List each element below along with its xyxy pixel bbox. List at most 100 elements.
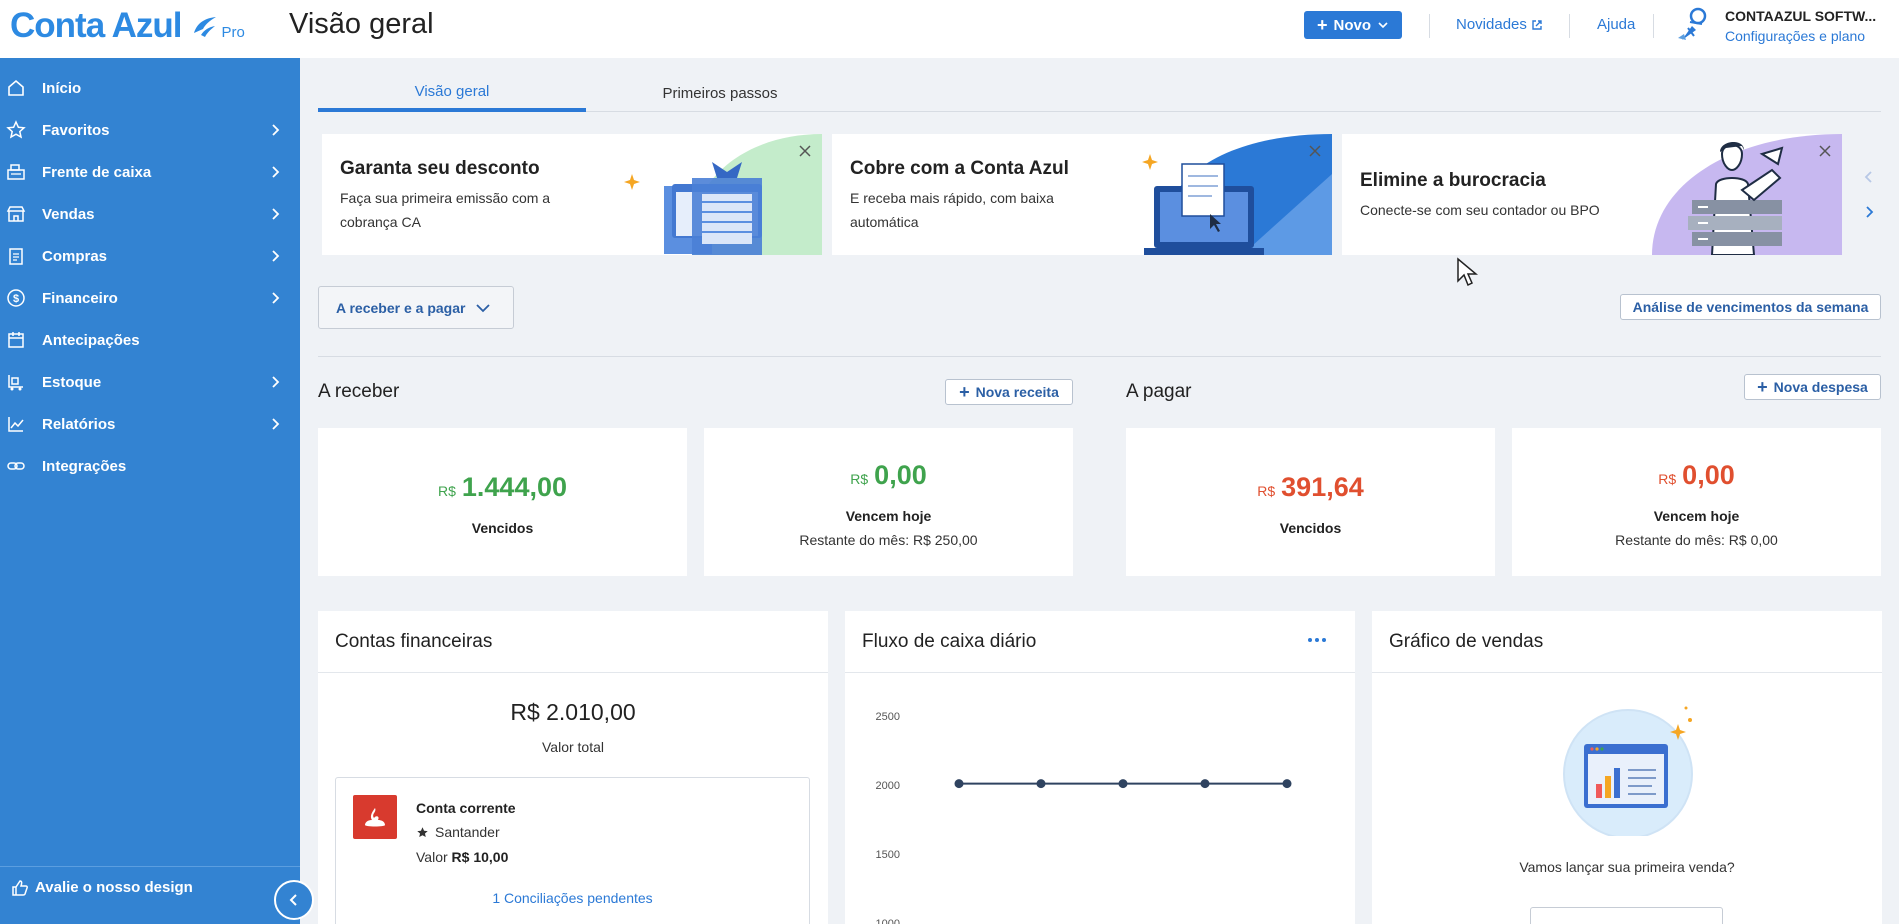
week-analysis-button[interactable]: Análise de vencimentos da semana (1620, 294, 1881, 320)
bank-name: Santander (435, 824, 500, 840)
pagar-hoje-card[interactable]: R$ 0,00 Vencem hoje Restante do mês: R$ 0… (1512, 428, 1881, 576)
stat-label: Vencidos (1279, 520, 1342, 536)
plus-icon: + (1757, 376, 1768, 397)
sidebar-item-label: Frente de caixa (42, 163, 152, 181)
sidebar-item-compras[interactable]: Compras (0, 235, 300, 277)
banner-text: Conecte-se com seu contador ou BPO (1360, 202, 1600, 218)
header-separator (1653, 14, 1654, 38)
cash-flow-chart: 2500 2000 1500 1000 (876, 711, 1292, 924)
chevron-left-icon (289, 894, 297, 906)
stat-amount: R$ 391,64 (1257, 472, 1364, 502)
sidebar-item-vendas[interactable]: Vendas (0, 193, 300, 235)
more-options-icon[interactable] (1307, 635, 1327, 645)
sidebar-item-frente-de-caixa[interactable]: Frente de caixa (0, 151, 300, 193)
store-icon (6, 206, 26, 222)
sidebar-item-label: Favoritos (42, 121, 110, 139)
config-link[interactable]: Configurações e plano (1725, 28, 1865, 44)
account-card[interactable]: Conta corrente Santander Valor R$ 10,00 … (335, 777, 810, 924)
carousel-next-icon[interactable] (1862, 205, 1876, 219)
banner-text: E receba mais rápido, com baixa automáti… (850, 190, 1054, 230)
account-name: Conta corrente (416, 800, 516, 816)
stat-sub: Restante do mês: R$ 0,00 (1615, 532, 1778, 548)
grafico-vendas-panel: Gráfico de vendas Vamos lançar sua prime… (1372, 611, 1882, 924)
period-filter-dropdown[interactable]: A receber e a pagar (318, 286, 514, 329)
banner-burocracia[interactable]: Elimine a burocracia Conecte-se com seu … (1342, 134, 1842, 255)
dropdown-label: A receber e a pagar (336, 299, 466, 316)
novidades-link[interactable]: Novidades (1456, 16, 1543, 33)
receber-title: A receber (318, 381, 400, 402)
close-icon[interactable] (1308, 144, 1322, 158)
overview-tabs: Visão geral Primeiros passos (318, 74, 1881, 112)
data-point[interactable] (954, 779, 964, 789)
receber-vencidos-card[interactable]: R$ 1.444,00 Vencidos (318, 428, 687, 576)
nova-receita-button[interactable]: + Nova receita (945, 379, 1073, 405)
page-title: Visão geral (289, 8, 434, 40)
panel-header: Fluxo de caixa diário (845, 611, 1355, 673)
stat-label: Vencem hoje (845, 508, 932, 524)
ajuda-link[interactable]: Ajuda (1597, 16, 1635, 33)
clipboard-icon (9, 248, 23, 265)
chevron-down-icon (1378, 22, 1388, 29)
close-icon[interactable] (798, 144, 812, 158)
nova-receita-label: Nova receita (975, 384, 1059, 400)
logo-text: Conta Azul (10, 6, 182, 45)
plus-icon: + (959, 381, 970, 402)
sidebar-item-label: Relatórios (42, 415, 116, 433)
dollar-icon: $ (7, 289, 25, 307)
mouse-cursor-icon (1457, 257, 1478, 287)
tab-visao-geral[interactable]: Visão geral (318, 74, 586, 112)
y-tick-label: 2000 (876, 780, 900, 792)
carousel-prev-icon[interactable] (1862, 170, 1876, 184)
data-point[interactable] (1200, 779, 1210, 789)
banner-text: Faça sua primeira emissão com a cobrança… (340, 190, 551, 230)
star-icon (6, 120, 26, 139)
collapse-sidebar-button[interactable] (274, 880, 314, 920)
empty-sales-text: Vamos lançar sua primeira venda? (1519, 859, 1735, 875)
plus-icon: + (1316, 14, 1328, 35)
svg-text:$: $ (13, 293, 19, 305)
data-point[interactable] (1118, 779, 1128, 789)
rocket-avatar-icon[interactable] (1672, 6, 1712, 46)
week-analysis-label: Análise de vencimentos da semana (1632, 299, 1869, 315)
header-separator (1429, 14, 1430, 38)
company-name: CONTAAZUL SOFTW... (1725, 8, 1877, 24)
novo-label: Novo (1333, 16, 1372, 34)
sidebar-item-favoritos[interactable]: Favoritos (0, 109, 300, 151)
conta-azul-logo[interactable]: Conta Azul Pro (10, 6, 245, 46)
pending-reconciliations-link[interactable]: 1 Conciliações pendentes (336, 890, 809, 906)
fluxo-caixa-panel: Fluxo de caixa diário 2500 2000 1500 1000 (845, 611, 1355, 924)
sidebar-item-integracoes[interactable]: Integrações (0, 445, 300, 487)
tab-primeiros-passos[interactable]: Primeiros passos (586, 74, 854, 112)
novo-button[interactable]: + Novo (1304, 11, 1402, 39)
forklift-icon (8, 375, 23, 391)
stat-label: Vencidos (471, 520, 534, 536)
receber-hoje-card[interactable]: R$ 0,00 Vencem hoje Restante do mês: R$ 2… (704, 428, 1073, 576)
lancar-venda-button[interactable] (1530, 907, 1723, 924)
data-point[interactable] (1282, 779, 1292, 789)
close-icon[interactable] (1818, 144, 1832, 158)
banner-desconto[interactable]: Garanta seu desconto Faça sua primeira e… (322, 134, 822, 255)
sidebar-item-label: Compras (42, 247, 108, 265)
chevron-right-icon (272, 292, 280, 304)
ajuda-label: Ajuda (1597, 16, 1636, 33)
thumbs-up-icon (12, 879, 28, 896)
sidebar-item-relatorios[interactable]: Relatórios (0, 403, 300, 445)
stat-amount: R$ 0,00 (1658, 460, 1735, 490)
sidebar-item-antecipacoes[interactable]: Antecipações (0, 319, 300, 361)
sidebar-item-label: Início (42, 79, 82, 97)
data-point[interactable] (1036, 779, 1046, 789)
chevron-right-icon (272, 208, 280, 220)
sidebar-item-financeiro[interactable]: $ Financeiro (0, 277, 300, 319)
pagar-vencidos-card[interactable]: R$ 391,64 Vencidos (1126, 428, 1495, 576)
banner-cobre[interactable]: Cobre com a Conta Azul E receba mais ráp… (832, 134, 1332, 255)
pagar-title: A pagar (1126, 381, 1192, 402)
rate-design-link[interactable]: Avalie o nosso design (0, 866, 300, 908)
nova-despesa-button[interactable]: + Nova despesa (1744, 374, 1881, 400)
panel-title: Gráfico de vendas (1389, 631, 1544, 652)
top-header: Conta Azul Pro Visão geral + Novo Novida… (0, 0, 1899, 58)
nova-despesa-label: Nova despesa (1773, 379, 1868, 395)
sidebar-item-estoque[interactable]: Estoque (0, 361, 300, 403)
external-link-icon (1532, 19, 1542, 30)
cash-register-icon (7, 164, 25, 180)
sidebar-item-inicio[interactable]: Início (0, 67, 300, 109)
